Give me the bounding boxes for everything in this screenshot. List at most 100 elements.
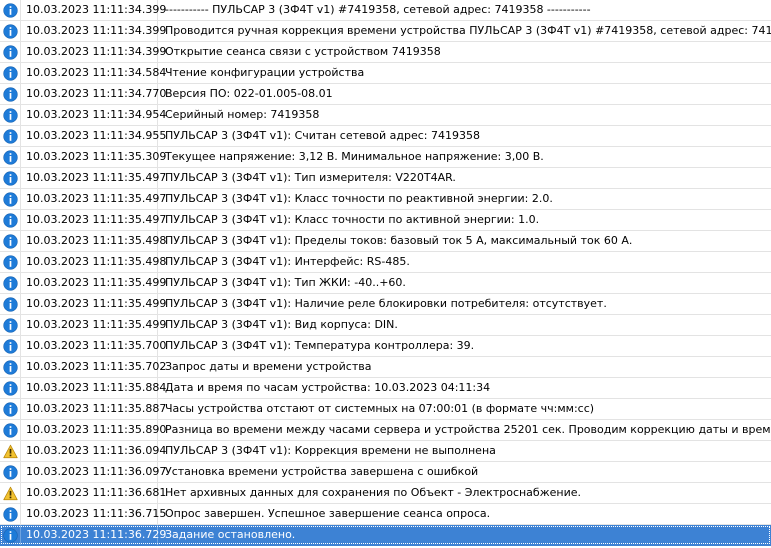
row-icon-cell — [0, 168, 21, 188]
row-icon-cell — [0, 462, 21, 482]
row-message: Разница во времени между часами сервера … — [165, 423, 771, 436]
info-icon — [2, 86, 18, 102]
log-row[interactable]: 10.03.2023 11:11:35.309 Текущее напряжен… — [0, 147, 771, 168]
row-timestamp: 10.03.2023 11:11:36.729 — [21, 525, 166, 545]
row-timestamp: 10.03.2023 11:11:34.770 — [21, 84, 166, 104]
row-message: ----------- ПУЛЬСАР 3 (3Ф4Т v1) #7419358… — [165, 3, 591, 16]
log-row[interactable]: 10.03.2023 11:11:35.702 Запрос даты и вр… — [0, 357, 771, 378]
row-icon-cell — [0, 294, 21, 314]
row-icon-cell — [0, 126, 21, 146]
log-row[interactable]: 10.03.2023 11:11:35.497 ПУЛЬСАР 3 (3Ф4Т … — [0, 168, 771, 189]
row-timestamp: 10.03.2023 11:11:35.497 — [21, 210, 166, 230]
row-icon-cell — [0, 273, 21, 293]
row-timestamp: 10.03.2023 11:11:35.884 — [21, 378, 166, 398]
event-log-grid[interactable]: 10.03.2023 11:11:34.399 ----------- ПУЛЬ… — [0, 0, 771, 548]
info-icon — [2, 149, 18, 165]
log-row[interactable]: 10.03.2023 11:11:36.729 Задание остановл… — [0, 525, 771, 546]
log-row[interactable]: 10.03.2023 11:11:35.884 Дата и время по … — [0, 378, 771, 399]
log-row[interactable]: 10.03.2023 11:11:35.890 Разница во време… — [0, 420, 771, 441]
row-message: Запрос даты и времени устройства — [165, 360, 372, 373]
log-row[interactable]: 10.03.2023 11:11:34.399 Открытие сеанса … — [0, 42, 771, 63]
row-message: Задание остановлено. — [165, 528, 296, 541]
row-message: Текущее напряжение: 3,12 В. Минимальное … — [165, 150, 544, 163]
row-message: Установка времени устройства завершена с… — [165, 465, 479, 478]
row-icon-cell — [0, 441, 21, 461]
row-icon-cell — [0, 315, 21, 335]
row-icon-cell — [0, 147, 21, 167]
row-timestamp: 10.03.2023 11:11:36.094 — [21, 441, 166, 461]
log-row[interactable]: 10.03.2023 11:11:35.497 ПУЛЬСАР 3 (3Ф4Т … — [0, 210, 771, 231]
info-icon — [2, 422, 18, 438]
log-row[interactable]: 10.03.2023 11:11:34.399 ----------- ПУЛЬ… — [0, 0, 771, 21]
log-row[interactable]: 10.03.2023 11:11:35.499 ПУЛЬСАР 3 (3Ф4Т … — [0, 294, 771, 315]
row-message: Чтение конфигурации устройства — [165, 66, 365, 79]
log-row[interactable]: 10.03.2023 11:11:35.498 ПУЛЬСАР 3 (3Ф4Т … — [0, 231, 771, 252]
row-timestamp: 10.03.2023 11:11:34.584 — [21, 63, 166, 83]
row-message: ПУЛЬСАР 3 (3Ф4Т v1): Пределы токов: базо… — [165, 234, 633, 247]
row-timestamp: 10.03.2023 11:11:35.499 — [21, 294, 166, 314]
log-row[interactable]: 10.03.2023 11:11:34.399 Проводится ручна… — [0, 21, 771, 42]
log-row[interactable]: 10.03.2023 11:11:35.497 ПУЛЬСАР 3 (3Ф4Т … — [0, 189, 771, 210]
row-message: Дата и время по часам устройства: 10.03.… — [165, 381, 491, 394]
info-icon — [2, 212, 18, 228]
info-icon — [2, 191, 18, 207]
row-icon-cell — [0, 399, 21, 419]
row-message: ПУЛЬСАР 3 (3Ф4Т v1): Наличие реле блокир… — [165, 297, 607, 310]
log-row[interactable]: 10.03.2023 11:11:35.498 ПУЛЬСАР 3 (3Ф4Т … — [0, 252, 771, 273]
info-icon — [2, 380, 18, 396]
row-timestamp: 10.03.2023 11:11:35.498 — [21, 252, 166, 272]
info-icon — [2, 338, 18, 354]
row-icon-cell — [0, 189, 21, 209]
log-row[interactable]: 10.03.2023 11:11:34.954 Серийный номер: … — [0, 105, 771, 126]
info-icon — [2, 296, 18, 312]
row-message: ПУЛЬСАР 3 (3Ф4Т v1): Класс точности по а… — [165, 213, 540, 226]
row-timestamp: 10.03.2023 11:11:34.399 — [21, 21, 166, 41]
row-timestamp: 10.03.2023 11:11:35.700 — [21, 336, 166, 356]
log-row[interactable]: 10.03.2023 11:11:34.584 Чтение конфигура… — [0, 63, 771, 84]
info-icon — [2, 275, 18, 291]
row-message: ПУЛЬСАР 3 (3Ф4Т v1): Интерфейс: RS-485. — [165, 255, 410, 268]
row-icon-cell — [0, 252, 21, 272]
row-message: ПУЛЬСАР 3 (3Ф4Т v1): Класс точности по р… — [165, 192, 553, 205]
log-row[interactable]: 10.03.2023 11:11:35.700 ПУЛЬСАР 3 (3Ф4Т … — [0, 336, 771, 357]
row-timestamp: 10.03.2023 11:11:34.955 — [21, 126, 166, 146]
row-icon-cell — [0, 420, 21, 440]
info-icon — [2, 401, 18, 417]
row-timestamp: 10.03.2023 11:11:36.715 — [21, 504, 166, 524]
row-timestamp: 10.03.2023 11:11:35.499 — [21, 315, 166, 335]
log-row[interactable]: 10.03.2023 11:11:34.770 Версия ПО: 022-0… — [0, 84, 771, 105]
row-icon-cell — [0, 105, 21, 125]
row-timestamp: 10.03.2023 11:11:35.497 — [21, 189, 166, 209]
row-message: Часы устройства отстают от системных на … — [165, 402, 595, 415]
row-icon-cell — [0, 0, 21, 20]
row-icon-cell — [0, 210, 21, 230]
row-message: Открытие сеанса связи с устройством 7419… — [165, 45, 441, 58]
row-icon-cell — [0, 504, 21, 524]
log-row[interactable]: 10.03.2023 11:11:35.499 ПУЛЬСАР 3 (3Ф4Т … — [0, 315, 771, 336]
info-icon — [2, 254, 18, 270]
info-icon — [2, 23, 18, 39]
log-row[interactable]: 10.03.2023 11:11:36.715 Опрос завершен. … — [0, 504, 771, 525]
log-row[interactable]: 10.03.2023 11:11:34.955 ПУЛЬСАР 3 (3Ф4Т … — [0, 126, 771, 147]
row-message: Версия ПО: 022-01.005-08.01 — [165, 87, 333, 100]
row-timestamp: 10.03.2023 11:11:35.887 — [21, 399, 166, 419]
row-timestamp: 10.03.2023 11:11:35.702 — [21, 357, 166, 377]
row-message: Серийный номер: 7419358 — [165, 108, 320, 121]
log-row[interactable]: 10.03.2023 11:11:36.097 Установка времен… — [0, 462, 771, 483]
row-message: ПУЛЬСАР 3 (3Ф4Т v1): Коррекция времени н… — [165, 444, 496, 457]
log-row[interactable]: 10.03.2023 11:11:36.681 Нет архивных дан… — [0, 483, 771, 504]
log-row[interactable]: 10.03.2023 11:11:35.887 Часы устройства … — [0, 399, 771, 420]
log-row[interactable]: 10.03.2023 11:11:36.094 ПУЛЬСАР 3 (3Ф4Т … — [0, 441, 771, 462]
row-icon-cell — [0, 42, 21, 62]
info-icon — [2, 506, 18, 522]
row-timestamp: 10.03.2023 11:11:35.498 — [21, 231, 166, 251]
info-icon — [2, 44, 18, 60]
row-icon-cell — [0, 357, 21, 377]
log-row[interactable]: 10.03.2023 11:11:35.499 ПУЛЬСАР 3 (3Ф4Т … — [0, 273, 771, 294]
row-message: ПУЛЬСАР 3 (3Ф4Т v1): Тип ЖКИ: -40..+60. — [165, 276, 406, 289]
row-timestamp: 10.03.2023 11:11:34.954 — [21, 105, 166, 125]
info-icon — [2, 359, 18, 375]
row-icon-cell — [0, 336, 21, 356]
row-message: ПУЛЬСАР 3 (3Ф4Т v1): Температура контрол… — [165, 339, 475, 352]
info-icon — [2, 233, 18, 249]
